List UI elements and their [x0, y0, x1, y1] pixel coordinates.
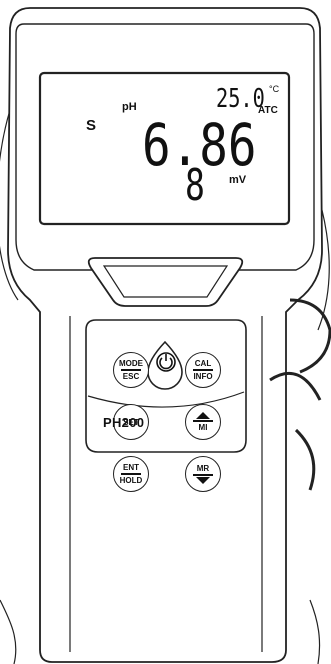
- sub-reading-unit: mV: [229, 174, 247, 186]
- ent-label-text: ENT: [123, 463, 139, 473]
- button-divider: [121, 369, 141, 371]
- button-divider: [193, 369, 213, 371]
- up-mi-button[interactable]: MI: [185, 404, 221, 440]
- button-divider: [193, 420, 213, 422]
- hold-label-text: HOLD: [119, 475, 143, 485]
- info-label-text: INFO: [193, 371, 213, 381]
- model-name: PH200: [103, 415, 145, 430]
- mode-esc-button[interactable]: MODE ESC: [113, 352, 149, 388]
- meter-body-outline: [0, 7, 331, 664]
- mr-down-button[interactable]: MR: [185, 456, 221, 492]
- power-button[interactable]: [149, 334, 183, 378]
- ent-hold-button[interactable]: ENT HOLD: [113, 456, 149, 492]
- down-arrow-icon: [196, 476, 210, 484]
- atc-indicator: ATC: [258, 105, 278, 116]
- mi-label-text: MI: [198, 422, 208, 432]
- button-divider: [121, 473, 141, 475]
- esc-label-text: ESC: [122, 371, 140, 381]
- cal-info-button[interactable]: CAL INFO: [185, 352, 221, 388]
- mode-label: pH: [122, 101, 137, 113]
- cal-label-text: CAL: [194, 359, 212, 369]
- stability-indicator-icon: S: [85, 117, 96, 134]
- button-divider: [193, 474, 213, 476]
- ph-meter-device: S pH 25.0 °C ATC 6.86 8 mV MODE ESC CAL …: [0, 0, 331, 664]
- power-icon: [156, 352, 176, 372]
- up-arrow-icon: [196, 412, 210, 420]
- sub-reading: 8: [185, 160, 205, 211]
- mr-label-text: MR: [196, 464, 210, 474]
- mode-label-text: MODE: [119, 359, 143, 369]
- temperature-unit: °C: [269, 84, 280, 94]
